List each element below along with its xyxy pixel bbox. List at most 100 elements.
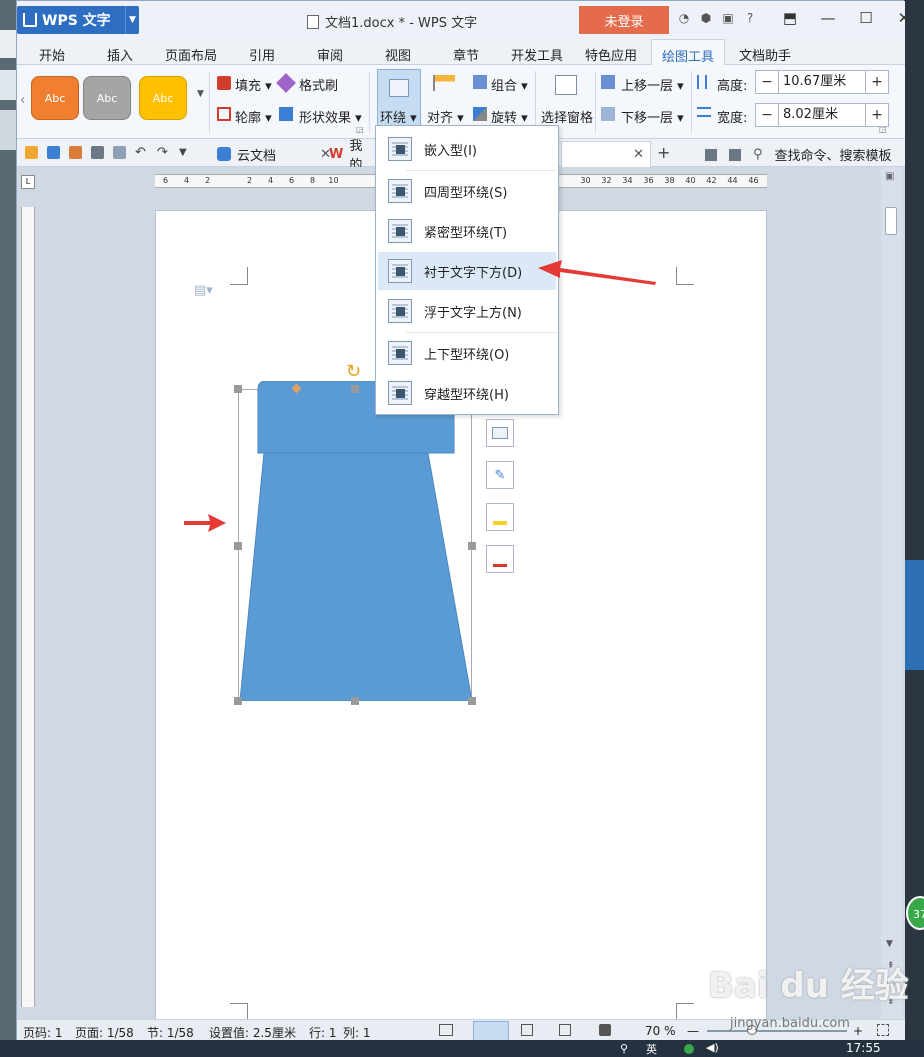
menu-item-tight[interactable]: 紧密型环绕(T) (378, 212, 556, 250)
web-view-icon[interactable] (559, 1024, 571, 1036)
fill-color-icon[interactable] (486, 503, 514, 531)
width-increase-button[interactable]: + (866, 104, 888, 126)
resize-handle-s[interactable] (351, 697, 359, 705)
outline-button[interactable]: 轮廓 ▾ (235, 107, 272, 126)
tab-page-layout[interactable]: 页面布局 (165, 45, 217, 64)
window-mode-icon[interactable] (705, 148, 717, 161)
login-button[interactable]: 未登录 (579, 6, 669, 34)
menu-item-in-front-of-text[interactable]: 浮于文字上方(N) (378, 292, 556, 330)
tray-app-icon[interactable] (684, 1044, 694, 1054)
fill-button[interactable]: 填充 ▾ (235, 75, 272, 94)
rotate-button[interactable]: 旋转 ▾ (491, 107, 528, 126)
resize-handle-se[interactable] (468, 697, 476, 705)
status-page[interactable]: 页面: 1/58 (75, 1024, 134, 1041)
tab-developer[interactable]: 开发工具 (511, 45, 563, 64)
menu-item-through[interactable]: 穿越型环绕(H) (378, 374, 556, 412)
chevron-left-icon[interactable]: ‹ (20, 93, 25, 108)
layout-options-icon[interactable] (486, 419, 514, 447)
close-button[interactable]: ✕ (895, 9, 913, 27)
doc-tab-cloud[interactable]: 云文档 ✕ (211, 141, 331, 167)
ime-icon[interactable]: 英 (646, 1041, 657, 1057)
menu-item-top-bottom[interactable]: 上下型环绕(O) (378, 334, 556, 372)
width-decrease-button[interactable]: − (756, 104, 778, 126)
doc-tab-my[interactable]: W 我的 (323, 139, 375, 173)
size-dialog-launcher-icon[interactable]: ◲ (879, 125, 887, 134)
scrollbar-thumb[interactable] (885, 207, 897, 235)
page-view-button[interactable] (473, 1021, 509, 1041)
height-increase-button[interactable]: + (866, 71, 888, 93)
scroll-options-icon[interactable]: ▣ (885, 171, 894, 182)
minimize-button[interactable]: — (819, 9, 837, 27)
maximize-button[interactable]: ☐ (857, 9, 875, 27)
bookmark-icon[interactable] (729, 148, 741, 161)
tab-chapter[interactable]: 章节 (453, 45, 479, 64)
new-tab-icon[interactable]: + (657, 143, 670, 162)
volume-icon[interactable]: ◀) (706, 1041, 719, 1054)
height-input[interactable]: 10.67厘米 (778, 71, 866, 93)
zoom-in-icon[interactable]: + (853, 1024, 863, 1038)
selection-pane-button[interactable]: 选择窗格 (541, 107, 593, 126)
customize-dropdown-icon[interactable]: ▼ (179, 146, 192, 159)
group-button[interactable]: 组合 ▾ (491, 75, 528, 94)
tab-special[interactable]: 特色应用 (585, 45, 637, 64)
height-decrease-button[interactable]: − (756, 71, 778, 93)
reading-mode-icon[interactable] (599, 1024, 611, 1036)
fit-page-icon[interactable] (877, 1024, 889, 1036)
shape-style-yellow[interactable]: Abc (139, 76, 187, 120)
app-menu-button[interactable]: WPS 文字 ▼ (17, 6, 139, 34)
shape-trapezoid-body[interactable] (239, 452, 473, 701)
restore-top-icon[interactable]: ⬒ (781, 9, 799, 27)
settings-icon[interactable]: ⬢ (699, 11, 713, 25)
chevron-down-icon[interactable]: ▼ (125, 6, 139, 34)
shape-style-gray[interactable]: Abc (83, 76, 131, 120)
fullscreen-view-icon[interactable] (439, 1024, 453, 1036)
print-icon[interactable] (91, 146, 104, 159)
zoom-level[interactable]: 70 % (645, 1024, 676, 1038)
width-input[interactable]: 8.02厘米 (778, 104, 866, 126)
tab-drawing-tools[interactable]: 绘图工具 (651, 39, 726, 66)
help-icon[interactable]: ? (743, 11, 757, 25)
format-painter-button[interactable]: 格式刷 (299, 75, 338, 94)
resize-handle-nw[interactable] (234, 385, 242, 393)
print-preview-icon[interactable] (113, 146, 126, 159)
height-stepper[interactable]: − 10.67厘米 + (755, 70, 889, 94)
tab-insert[interactable]: 插入 (107, 45, 133, 64)
menu-item-behind-text[interactable]: 衬于文字下方(D) (378, 252, 556, 290)
outline-view-icon[interactable] (521, 1024, 533, 1036)
tab-selector[interactable]: L (21, 175, 35, 189)
tab-references[interactable]: 引用 (249, 45, 275, 64)
menu-item-square[interactable]: 四周型环绕(S) (378, 172, 556, 210)
menu-item-inline[interactable]: 嵌入型(I) (378, 130, 556, 168)
undo-icon[interactable]: ↶ (135, 146, 148, 159)
vertical-ruler[interactable] (21, 207, 35, 1007)
shape-style-orange[interactable]: Abc (31, 76, 79, 120)
resize-handle-e[interactable] (468, 542, 476, 550)
search-command-input[interactable]: 查找命令、搜索模板 (775, 145, 892, 164)
close-active-tab-icon[interactable]: ✕ (633, 147, 644, 162)
resize-handle-sw[interactable] (234, 697, 242, 705)
feedback-icon[interactable]: ▣ (721, 11, 735, 25)
paragraph-marker-icon[interactable]: ▤▾ (194, 283, 213, 298)
export-pdf-icon[interactable] (69, 146, 82, 159)
tab-doc-assistant[interactable]: 文档助手 (739, 45, 791, 64)
open-icon[interactable] (25, 146, 38, 159)
wrap-button[interactable]: 环绕 ▾ (380, 107, 417, 126)
search-tray-icon[interactable]: ⚲ (620, 1042, 628, 1055)
width-stepper[interactable]: − 8.02厘米 + (755, 103, 889, 127)
vertical-scrollbar[interactable]: ▣ ▼ ⇞ ○ ⇟ (881, 167, 903, 1019)
shape[interactable] (238, 381, 478, 701)
rotate-handle-icon[interactable]: ↻ (346, 361, 361, 382)
send-backward-button[interactable]: 下移一层 ▾ (621, 107, 684, 126)
tab-view[interactable]: 视图 (385, 45, 411, 64)
skin-icon[interactable]: ◔ (677, 11, 691, 25)
zoom-out-icon[interactable]: — (687, 1024, 699, 1038)
dialog-launcher-icon[interactable]: ◲ (356, 125, 364, 134)
align-button[interactable]: 对齐 ▾ (427, 107, 464, 126)
save-icon[interactable] (47, 146, 60, 159)
style-gallery-more-icon[interactable]: ▼ (197, 89, 204, 99)
edit-shape-icon[interactable]: ✎ (486, 461, 514, 489)
tab-review[interactable]: 审阅 (317, 45, 343, 64)
resize-handle-w[interactable] (234, 542, 242, 550)
doc-tab-active[interactable]: ✕ (561, 141, 651, 167)
bring-forward-button[interactable]: 上移一层 ▾ (621, 75, 684, 94)
